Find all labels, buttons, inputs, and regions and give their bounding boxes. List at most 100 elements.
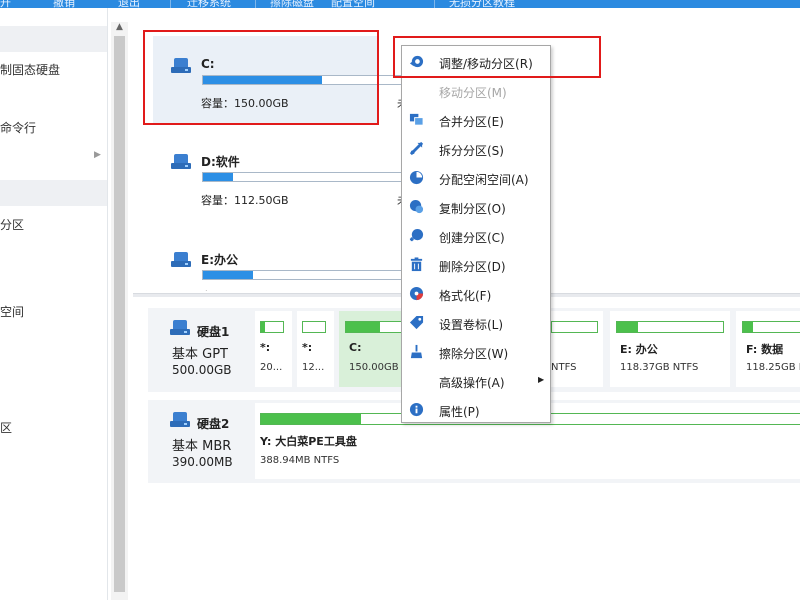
menu-item-label: 创建分区(C) bbox=[439, 231, 505, 245]
wipe-icon bbox=[410, 344, 423, 359]
partition-card-d[interactable]: D:软件 容量：112.50GB bbox=[153, 138, 403, 218]
usage-bar-fill bbox=[203, 173, 233, 181]
toolbar-undo[interactable]: 撤销 bbox=[53, 0, 75, 8]
usage-bar bbox=[202, 172, 402, 182]
menu-item-label: 合并分区(E) bbox=[439, 115, 504, 129]
menu-item-format[interactable]: 格式化(F) bbox=[402, 279, 550, 308]
toolbar-wipe-disk[interactable]: 擦除磁盘 bbox=[270, 0, 314, 8]
menu-item-label: 设置卷标(L) bbox=[439, 318, 504, 332]
partition-box-name: *: bbox=[302, 341, 313, 354]
disk-partition-box[interactable]: E: 办公 118.37GB NTFS bbox=[610, 311, 730, 387]
hard-disk-icon bbox=[170, 412, 190, 428]
delete-icon bbox=[410, 257, 423, 272]
highlight-box-resize-move bbox=[393, 36, 601, 78]
hard-disk-icon bbox=[170, 320, 190, 336]
toolbar-exit[interactable]: 退出 bbox=[118, 0, 140, 8]
partition-box-name: F: 数据 bbox=[746, 343, 784, 356]
menu-item-allocate-space[interactable]: 分配空闲空间(A) bbox=[402, 163, 550, 192]
menu-item-wipe-partition[interactable]: 擦除分区(W) bbox=[402, 337, 550, 366]
partition-capacity: 容量 bbox=[201, 288, 223, 291]
menu-item-advanced[interactable]: 高级操作(A) ▶ bbox=[402, 366, 550, 395]
disk-partition-box[interactable]: F: 数据 118.25GB NTFS bbox=[736, 311, 800, 387]
sidebar-item-region[interactable]: 区 bbox=[0, 419, 12, 436]
partition-usage-bar bbox=[551, 321, 598, 333]
drive-icon bbox=[171, 154, 191, 170]
partition-name: D:软件 bbox=[201, 155, 240, 169]
partition-capacity: 容量：112.50GB bbox=[201, 194, 289, 207]
sidebar-section-header[interactable] bbox=[0, 180, 107, 206]
menu-item-label: 高级操作(A) bbox=[439, 376, 505, 390]
partition-box-info: 388.94MB NTFS bbox=[260, 455, 340, 466]
menu-item-merge[interactable]: 合并分区(E) bbox=[402, 105, 550, 134]
scrollbar-thumb[interactable] bbox=[114, 36, 125, 592]
menu-item-label: 移动分区(M) bbox=[439, 86, 507, 100]
context-menu: 调整/移动分区(R) 移动分区(M) 合并分区(E) 拆分分区(S) 分配空闲空… bbox=[401, 45, 551, 423]
partition-usage-bar bbox=[302, 321, 326, 333]
submenu-arrow-icon: ▶ bbox=[538, 375, 545, 384]
menu-item-set-label[interactable]: 设置卷标(L) bbox=[402, 308, 550, 337]
partition-box-name: E: 办公 bbox=[620, 343, 658, 356]
disk-type: 基本 MBR bbox=[172, 439, 232, 454]
menu-item-label: 复制分区(O) bbox=[439, 202, 506, 216]
disk-name: 硬盘2 bbox=[197, 417, 230, 431]
toolbar-tutorial[interactable]: 无损分区教程 bbox=[449, 0, 515, 8]
menu-item-label: 擦除分区(W) bbox=[439, 347, 509, 361]
usage-bar-fill bbox=[203, 271, 253, 279]
disk-partition-box[interactable]: NTFS bbox=[551, 311, 603, 387]
disk-partition-box[interactable]: *: 12... bbox=[297, 311, 334, 387]
format-icon bbox=[409, 286, 424, 301]
sidebar-item-partition[interactable]: 分区 bbox=[0, 216, 24, 233]
menu-item-label: 属性(P) bbox=[439, 405, 480, 419]
menu-item-label: 格式化(F) bbox=[439, 289, 492, 303]
sidebar-item-space[interactable]: 空间 bbox=[0, 303, 24, 320]
top-toolbar: 升 撤销 退出 迁移系统 擦除磁盘 配置空间 无损分区教程 bbox=[0, 0, 800, 8]
sidebar-item-command-line[interactable]: 命令行 bbox=[0, 119, 36, 136]
sidebar-section-header[interactable] bbox=[0, 26, 107, 52]
toolbar-separator bbox=[255, 0, 256, 8]
partition-usage-bar bbox=[345, 321, 403, 333]
disk-name: 硬盘1 bbox=[197, 325, 230, 339]
partition-box-info: 12... bbox=[302, 362, 325, 373]
menu-item-label: 拆分分区(S) bbox=[439, 144, 504, 158]
menu-item-split[interactable]: 拆分分区(S) bbox=[402, 134, 550, 163]
disk-size: 500.00GB bbox=[172, 363, 232, 377]
chevron-right-icon[interactable]: ▶ bbox=[94, 150, 101, 160]
create-partition-icon bbox=[409, 228, 424, 242]
copy-partition-icon bbox=[409, 199, 424, 214]
disk-size: 390.00MB bbox=[172, 455, 233, 469]
allocate-space-icon bbox=[409, 170, 424, 185]
partition-box-info: NTFS bbox=[551, 362, 577, 373]
menu-item-properties[interactable]: 属性(P) bbox=[402, 395, 550, 424]
partition-usage-bar bbox=[742, 321, 800, 333]
menu-item-label: 分配空闲空间(A) bbox=[439, 173, 529, 187]
partition-box-name: *: bbox=[260, 341, 271, 354]
disk-partition-box[interactable]: *: 20... bbox=[255, 311, 292, 387]
disk-type: 基本 GPT bbox=[172, 347, 228, 362]
toolbar-separator bbox=[434, 0, 435, 8]
partition-box-info: 118.37GB NTFS bbox=[620, 362, 699, 373]
split-icon bbox=[409, 141, 424, 156]
partition-usage-bar bbox=[260, 321, 284, 333]
partition-name: E:办公 bbox=[201, 253, 238, 267]
toolbar-migrate-os[interactable]: 迁移系统 bbox=[187, 0, 231, 8]
label-tag-icon bbox=[409, 315, 424, 330]
drive-icon bbox=[171, 252, 191, 268]
menu-item-create-partition[interactable]: 创建分区(C) bbox=[402, 221, 550, 250]
partition-card-e[interactable]: E:办公 容量 bbox=[153, 236, 403, 291]
menu-item-copy-partition[interactable]: 复制分区(O) bbox=[402, 192, 550, 221]
menu-item-move[interactable]: 移动分区(M) bbox=[402, 76, 550, 105]
sidebar: 制固态硬盘 命令行 ▶ 分区 空间 区 bbox=[0, 8, 108, 600]
partition-usage-bar bbox=[616, 321, 724, 333]
disk-partition-box-selected[interactable]: C: 150.00GB NTFS bbox=[339, 311, 427, 387]
scroll-up-icon[interactable]: ▲ bbox=[111, 22, 128, 36]
toolbar-item[interactable]: 升 bbox=[0, 0, 11, 8]
toolbar-config-space[interactable]: 配置空间 bbox=[331, 0, 375, 8]
partition-box-info: 118.25GB NTFS bbox=[746, 362, 800, 373]
toolbar-separator bbox=[170, 0, 171, 8]
menu-item-delete-partition[interactable]: 删除分区(D) bbox=[402, 250, 550, 279]
partition-box-name: C: bbox=[349, 341, 362, 354]
merge-icon bbox=[409, 113, 424, 126]
info-icon bbox=[409, 402, 424, 417]
sidebar-item-clone-ssd[interactable]: 制固态硬盘 bbox=[0, 61, 60, 78]
vertical-scrollbar[interactable]: ▲ bbox=[111, 22, 128, 600]
